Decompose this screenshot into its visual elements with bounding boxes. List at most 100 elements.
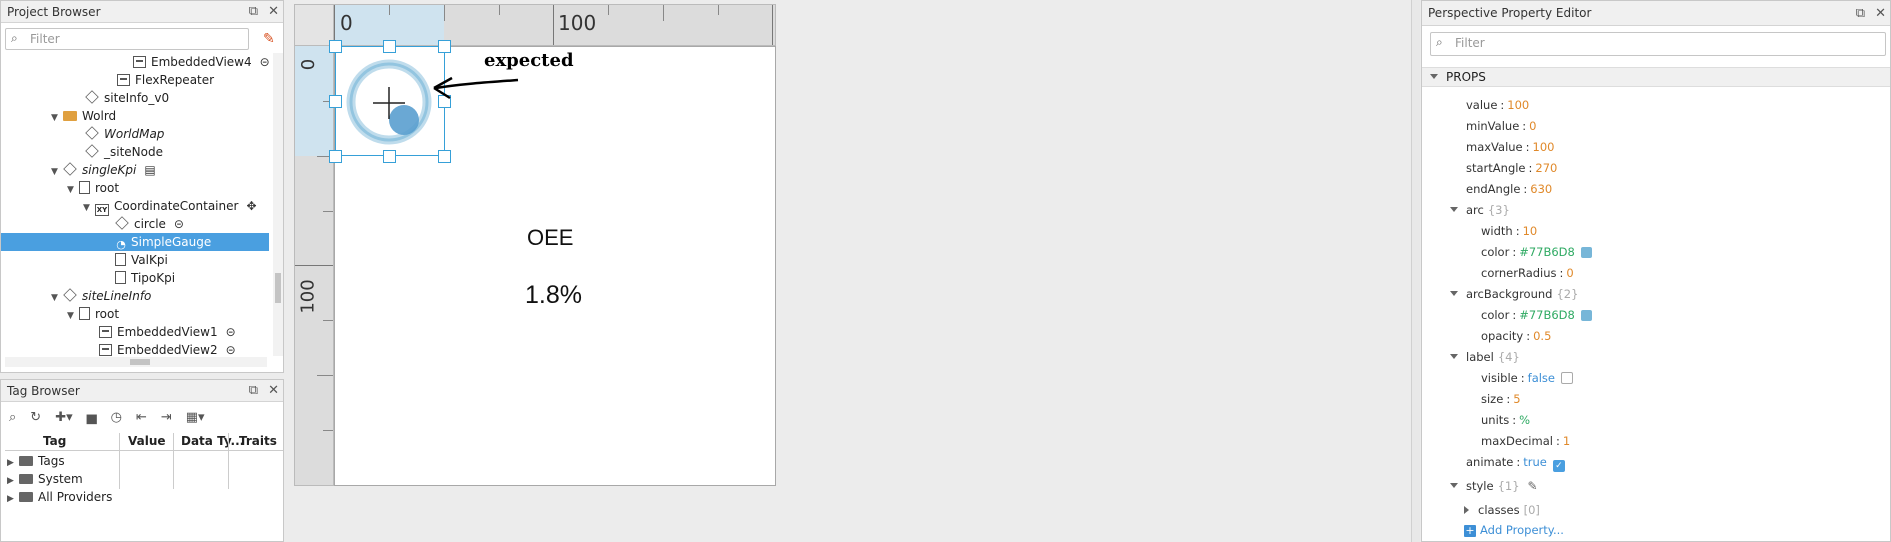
chevron-down-icon[interactable]	[1450, 354, 1458, 359]
property-filter-input[interactable]	[1455, 35, 1881, 51]
ruler-minor-tick	[444, 5, 445, 21]
prop-arc-width[interactable]: width:10	[1481, 223, 1537, 240]
column-header-value[interactable]: Value	[128, 434, 166, 448]
workspace-scrollbar[interactable]	[1412, 0, 1420, 542]
chevron-right-icon[interactable]: ▶	[7, 490, 19, 508]
chevron-down-icon[interactable]	[1450, 291, 1458, 296]
prop-arc-cornerradius[interactable]: cornerRadius:0	[1481, 265, 1574, 282]
float-icon[interactable]: ⧉	[249, 1, 258, 23]
tree-item[interactable]: ▼ root	[67, 179, 119, 197]
tree-item[interactable]: circle ⊝	[115, 215, 184, 233]
column-divider	[119, 433, 120, 489]
tree-item[interactable]: ▼ root	[67, 305, 119, 323]
chevron-down-icon[interactable]: ▼	[51, 289, 63, 307]
tree-item[interactable]: ▼ XY CoordinateContainer ✥	[83, 197, 257, 217]
resize-handle-s[interactable]	[383, 150, 396, 163]
chevron-down-icon[interactable]: ▼	[51, 109, 63, 127]
designer-workspace[interactable]: 0 100 0 100 OEE 1.8% expected	[290, 0, 1412, 542]
tree-item[interactable]: EmbeddedView2 ⊝	[99, 341, 236, 356]
close-icon[interactable]: ✕	[268, 380, 279, 402]
prop-startangle[interactable]: startAngle:270	[1466, 160, 1557, 177]
tree-item[interactable]: FlexRepeater	[117, 71, 214, 89]
prop-style[interactable]: style {1} ✎	[1450, 478, 1538, 495]
resize-handle-nw[interactable]	[329, 40, 342, 53]
close-icon[interactable]: ✕	[1875, 1, 1886, 26]
close-icon[interactable]: ✕	[268, 1, 279, 23]
tree-item[interactable]: ▼ singleKpi ▤	[51, 161, 156, 179]
vertical-scrollbar[interactable]	[273, 53, 283, 356]
tag-group-icon[interactable]: ▅	[87, 410, 97, 425]
tree-item[interactable]: TipoKpi	[115, 269, 175, 287]
tree-item-selected[interactable]: ◔ SimpleGauge	[1, 233, 269, 251]
history-icon[interactable]: ◷	[111, 410, 122, 425]
table-view-icon[interactable]: ▦▾	[186, 410, 205, 425]
prop-arc[interactable]: arc {3}	[1450, 202, 1510, 219]
prop-maxvalue[interactable]: maxValue:100	[1466, 139, 1554, 156]
prop-label-size[interactable]: size:5	[1481, 391, 1521, 408]
new-resource-icon[interactable]: ✎	[263, 31, 275, 47]
props-section-header[interactable]: PROPS	[1422, 67, 1890, 87]
column-header-tag[interactable]: Tag	[43, 434, 66, 448]
ruler-major-tick	[553, 5, 554, 45]
chevron-down-icon[interactable]: ▼	[83, 199, 95, 217]
tree-item[interactable]: EmbeddedView4 ⊝	[133, 53, 270, 71]
add-property-button[interactable]: + Add Property...	[1464, 522, 1564, 539]
prop-arcbackground-color[interactable]: color: #77B6D8	[1481, 307, 1592, 324]
chevron-down-icon[interactable]: ▼	[67, 307, 79, 325]
column-header-traits[interactable]: Traits	[239, 434, 277, 448]
export-icon[interactable]: ⇥	[161, 410, 172, 425]
chevron-right-icon[interactable]	[1464, 506, 1469, 514]
add-tag-icon[interactable]: ✚▾	[55, 410, 72, 425]
prop-animate[interactable]: animate: true ✓	[1466, 454, 1565, 472]
checkbox[interactable]	[1561, 372, 1573, 384]
tag-row[interactable]: ▶ System	[7, 470, 83, 488]
resize-handle-n[interactable]	[383, 40, 396, 53]
canvas-value[interactable]: 1.8%	[525, 281, 582, 310]
resize-handle-se[interactable]	[438, 150, 451, 163]
resize-handle-sw[interactable]	[329, 150, 342, 163]
resize-handle-w[interactable]	[329, 95, 342, 108]
scrollbar-thumb[interactable]	[275, 273, 281, 303]
refresh-icon[interactable]: ↻	[30, 410, 41, 425]
tree-item[interactable]: _siteNode	[85, 143, 163, 161]
scrollbar-thumb[interactable]	[130, 359, 150, 365]
float-icon[interactable]: ⧉	[249, 380, 258, 402]
tree-item[interactable]: ▼ Wolrd	[51, 107, 116, 125]
resize-handle-ne[interactable]	[438, 40, 451, 53]
prop-value[interactable]: value:100	[1466, 97, 1529, 114]
tree-item[interactable]: EmbeddedView1 ⊝	[99, 323, 236, 341]
horizontal-scrollbar[interactable]	[5, 357, 267, 367]
tree-item[interactable]: siteInfo_v0	[85, 89, 169, 107]
prop-label-maxdecimal[interactable]: maxDecimal:1	[1481, 433, 1570, 450]
color-swatch[interactable]	[1580, 310, 1592, 321]
tag-row[interactable]: ▶ All Providers	[7, 488, 112, 506]
tree-item[interactable]: ▼ siteLineInfo	[51, 287, 151, 305]
root-icon	[79, 181, 90, 194]
prop-style-classes[interactable]: classes [0]	[1464, 502, 1540, 519]
checkbox-checked[interactable]: ✓	[1552, 460, 1565, 472]
prop-arcbackground[interactable]: arcBackground {2}	[1450, 286, 1578, 303]
color-swatch[interactable]	[1580, 247, 1592, 258]
style-brush-icon[interactable]: ✎	[1528, 478, 1538, 495]
tree-item[interactable]: ValKpi	[115, 251, 168, 269]
ruler-top-label: 0	[340, 11, 353, 35]
prop-label[interactable]: label {4}	[1450, 349, 1520, 366]
prop-arc-color[interactable]: color: #77B6D8	[1481, 244, 1592, 261]
prop-endangle[interactable]: endAngle:630	[1466, 181, 1552, 198]
tree-item[interactable]: WorldMap	[85, 125, 164, 143]
chevron-down-icon[interactable]	[1450, 483, 1458, 488]
column-header-datatype[interactable]: Data Ty...	[181, 434, 244, 448]
chevron-down-icon[interactable]: ▼	[51, 163, 63, 181]
prop-minvalue[interactable]: minValue:0	[1466, 118, 1536, 135]
search-icon[interactable]: ⌕	[9, 410, 16, 425]
import-icon[interactable]: ⇤	[136, 410, 147, 425]
prop-arcbackground-opacity[interactable]: opacity:0.5	[1481, 328, 1551, 345]
float-icon[interactable]: ⧉	[1856, 1, 1865, 26]
chevron-down-icon[interactable]: ▼	[67, 181, 79, 199]
project-filter-input[interactable]	[30, 31, 244, 47]
prop-label-visible[interactable]: visible: false	[1481, 370, 1573, 387]
chevron-down-icon[interactable]	[1450, 207, 1458, 212]
tag-row[interactable]: ▶ Tags	[7, 452, 65, 470]
prop-label-units[interactable]: units:%	[1481, 412, 1530, 429]
canvas-title[interactable]: OEE	[527, 225, 573, 251]
